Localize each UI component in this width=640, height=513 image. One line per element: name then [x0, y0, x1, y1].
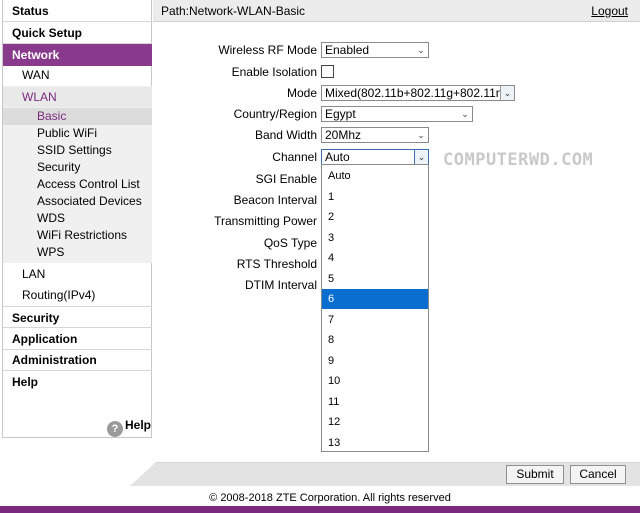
wireless-rf-mode-label: Wireless RF Mode	[218, 43, 317, 57]
nav-wlan-wifi-restrictions[interactable]: WiFi Restrictions	[3, 227, 152, 244]
channel-option[interactable]: 12	[322, 412, 428, 432]
channel-option[interactable]: 10	[322, 371, 428, 391]
watermark: COMPUTERWD.COM	[443, 150, 594, 170]
chevron-down-icon: ⌄	[461, 109, 469, 119]
channel-option[interactable]: 4	[322, 248, 428, 268]
sidebar: Status Quick Setup Network WAN WLAN Basi…	[2, 0, 152, 438]
band-width-label: Band Width	[254, 128, 317, 142]
breadcrumb: Path:Network-WLAN-Basic	[161, 4, 306, 18]
nav-wan[interactable]: WAN	[3, 65, 152, 85]
mode-select[interactable]: Mixed(802.11b+802.11g+802.11n ⌄	[321, 85, 515, 101]
nav-network[interactable]: Network	[3, 44, 152, 66]
logout-link[interactable]: Logout	[591, 4, 628, 18]
country-region-label: Country/Region	[233, 107, 317, 121]
wireless-rf-mode-value: Enabled	[325, 43, 370, 57]
nav-application[interactable]: Application	[3, 328, 152, 350]
beacon-interval-label: Beacon Interval	[233, 193, 317, 207]
nav-wlan-associated-devices[interactable]: Associated Devices	[3, 193, 152, 210]
channel-option[interactable]: 6	[322, 289, 428, 309]
channel-option[interactable]: 3	[322, 228, 428, 248]
nav-security[interactable]: Security	[3, 306, 152, 328]
channel-option[interactable]: 13	[322, 433, 428, 453]
nav-wlan-ssid-settings[interactable]: SSID Settings	[3, 142, 152, 159]
nav-wlan-security[interactable]: Security	[3, 159, 152, 176]
nav-wlan-wds[interactable]: WDS	[3, 210, 152, 227]
copyright-text: © 2008-2018 ZTE Corporation. All rights …	[209, 492, 451, 504]
nav-wlan-wps[interactable]: WPS	[3, 244, 152, 261]
cancel-button[interactable]: Cancel	[570, 465, 626, 484]
channel-value: Auto	[325, 150, 350, 164]
help-link[interactable]: ? Help	[107, 416, 152, 437]
chevron-down-icon: ⌄	[417, 130, 425, 140]
chevron-down-icon: ⌄	[417, 45, 425, 55]
channel-select[interactable]: Auto ⌄	[321, 149, 429, 165]
nav-wlan-public-wifi[interactable]: Public WiFi	[3, 125, 152, 142]
nav-wlan-access-control-list[interactable]: Access Control List	[3, 176, 152, 193]
channel-option[interactable]: 11	[322, 392, 428, 412]
channel-option[interactable]: 8	[322, 330, 428, 350]
question-circle-icon: ?	[107, 421, 123, 437]
mode-label: Mode	[286, 86, 317, 100]
qos-type-label: QoS Type	[263, 236, 317, 250]
nav-administration[interactable]: Administration	[3, 349, 152, 371]
nav-wlan-basic[interactable]: Basic	[3, 108, 152, 125]
mode-value: Mixed(802.11b+802.11g+802.11n	[325, 86, 503, 100]
enable-isolation-label: Enable Isolation	[231, 65, 317, 79]
sgi-enable-label: SGI Enable	[255, 172, 317, 186]
band-width-select[interactable]: 20Mhz ⌄	[321, 127, 429, 143]
channel-label: Channel	[272, 150, 317, 164]
submit-button[interactable]: Submit	[506, 465, 564, 484]
nav-status[interactable]: Status	[3, 0, 152, 22]
path-bar: Path:Network-WLAN-Basic Logout	[153, 0, 640, 22]
country-region-select[interactable]: Egypt ⌄	[321, 106, 473, 122]
channel-option[interactable]: 7	[322, 310, 428, 330]
channel-option[interactable]: 5	[322, 269, 428, 289]
nav-help[interactable]: Help	[3, 371, 152, 393]
nav-quick-setup[interactable]: Quick Setup	[3, 22, 152, 44]
nav-routing-ipv4[interactable]: Routing(IPv4)	[3, 285, 152, 305]
channel-dropdown-list: Auto 1 2 3 4 5 6 7 8 9 10 11 12 13	[321, 164, 429, 452]
dtim-interval-label: DTIM Interval	[244, 278, 317, 292]
band-width-value: 20Mhz	[325, 128, 362, 142]
help-link-label: Help	[125, 418, 152, 432]
rts-threshold-label: RTS Threshold	[236, 257, 317, 271]
bottom-accent-bar	[0, 506, 640, 513]
enable-isolation-checkbox[interactable]	[321, 65, 334, 78]
channel-option[interactable]: 9	[322, 351, 428, 371]
country-region-value: Egypt	[325, 107, 356, 121]
wireless-rf-mode-select[interactable]: Enabled ⌄	[321, 42, 429, 58]
nav-lan[interactable]: LAN	[3, 264, 152, 284]
transmitting-power-label: Transmitting Power	[214, 214, 317, 228]
channel-option[interactable]: 1	[322, 187, 428, 207]
chevron-down-icon: ⌄	[500, 86, 514, 100]
nav-wlan[interactable]: WLAN	[3, 87, 152, 107]
channel-option[interactable]: Auto	[322, 166, 428, 186]
channel-option[interactable]: 2	[322, 207, 428, 227]
chevron-down-icon: ⌄	[414, 150, 428, 164]
